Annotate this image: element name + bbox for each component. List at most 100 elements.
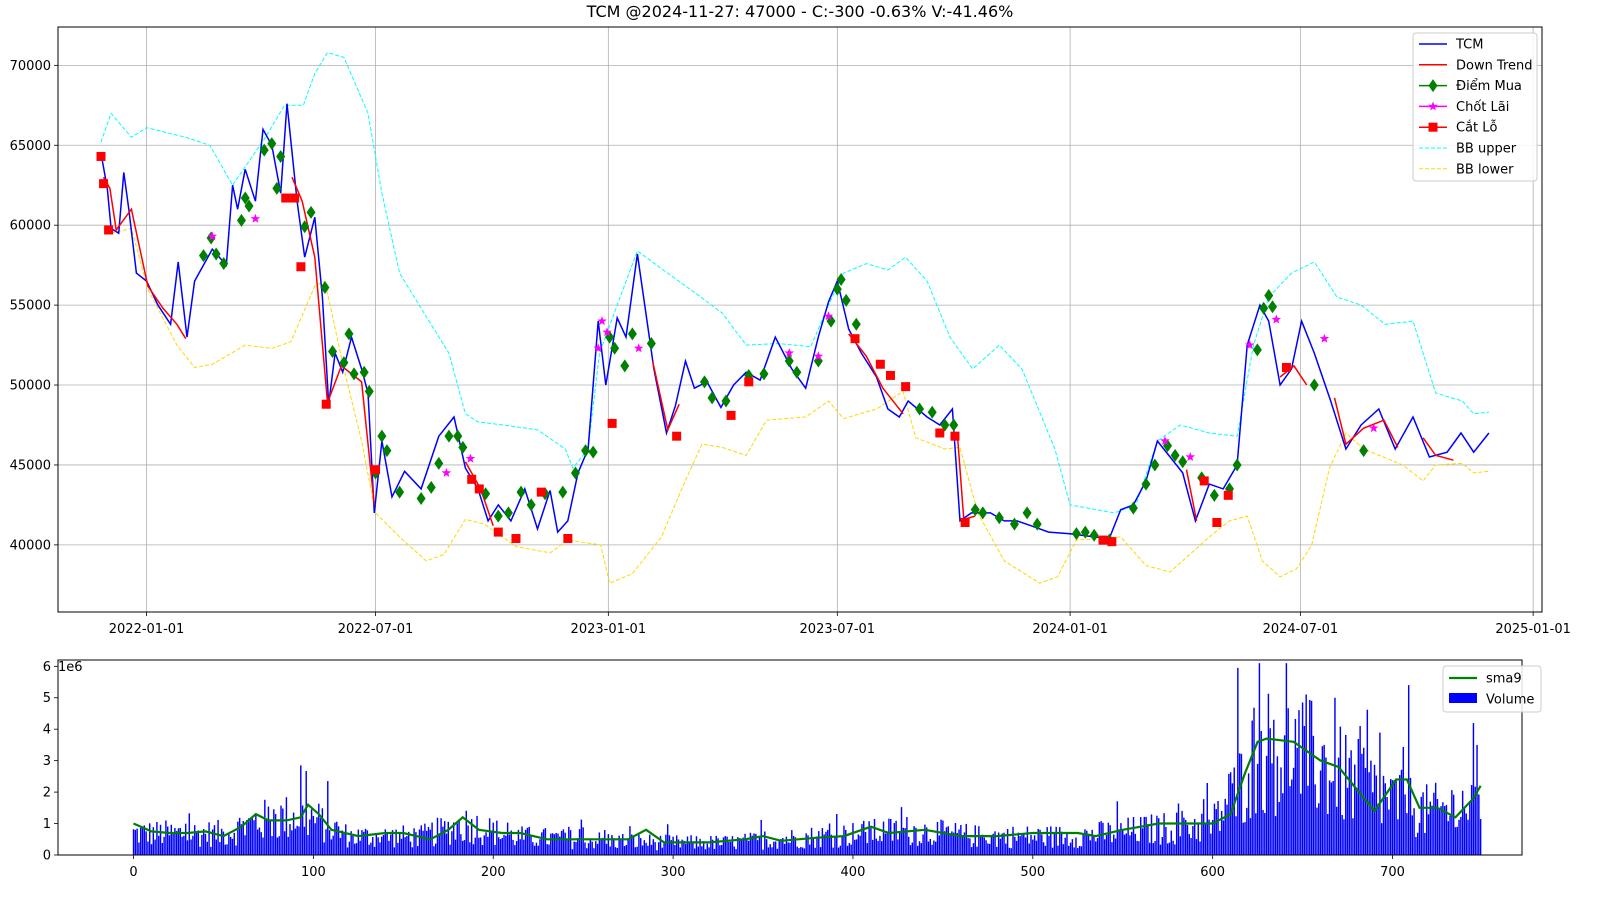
volume-bar [895,820,897,855]
volume-bar [609,846,611,855]
volume-bar [1274,816,1277,855]
volume-bar [568,826,570,855]
volume-bar [551,833,554,855]
volume-bar [665,834,667,855]
volume-bar [981,834,984,855]
volume-bar [1461,790,1464,855]
volume-bar [1116,801,1119,855]
volume-bar [1033,835,1036,855]
volume-bar [202,829,205,855]
stop-loss-marker [96,151,106,161]
volume-bar [976,846,978,855]
volume-bar [1111,842,1113,855]
volume-bar [319,818,322,855]
volume-bar [280,805,282,855]
volume-bar [897,839,899,855]
volume-bar [593,848,595,855]
volume-bar [1073,847,1075,855]
volume-bar [740,839,743,855]
volume-bar [1407,685,1410,855]
volume-bar [1123,834,1126,855]
volume-bar [1154,841,1156,855]
volume-bar [809,844,811,855]
volume-bar [816,836,818,855]
volume-bar [1334,697,1336,855]
buy-point-marker [416,492,426,506]
volume-bar [787,842,789,855]
volume-bar [233,832,235,855]
volume-bar [361,830,363,855]
buy-point-marker [516,485,526,499]
volume-y-tick-label: 6 [43,660,51,675]
volume-bar [1283,735,1286,855]
volume-bar [228,833,230,855]
volume-bar [634,847,637,855]
volume-bar [460,834,462,855]
volume-bar [159,824,162,855]
volume-bar [832,847,834,855]
volume-bar [573,841,575,855]
volume-bar [247,818,250,855]
volume-bar [1226,804,1228,855]
volume-bar [1300,793,1302,855]
volume-bar [1467,819,1469,855]
volume-bar [641,845,644,855]
volume-bar [1023,834,1025,855]
volume-bar [996,846,998,855]
volume-bar [1125,833,1128,855]
legend-swatch-stop-loss [1428,122,1438,132]
volume-bar [1042,842,1045,855]
volume-bar [461,840,464,855]
volume-bar [569,830,572,855]
buy-point-marker [1009,517,1019,531]
volume-bar [1093,835,1095,855]
volume-bar [154,839,156,855]
volume-bar [1145,816,1147,855]
volume-bar [1032,839,1034,855]
volume-bar [427,826,430,855]
volume-bar [814,847,816,855]
volume-bar [372,837,374,855]
volume-bar [1312,735,1315,855]
volume-bar [1087,833,1090,855]
volume-bar [1075,837,1077,855]
volume-bar [1172,840,1174,855]
volume-bar [1199,841,1201,855]
volume-bar [204,833,207,855]
volume-bar [481,845,484,855]
volume-bar [386,833,388,855]
volume-bar [672,836,674,855]
volume-bar [150,844,153,855]
volume-bar [492,822,494,855]
volume-bar [422,830,424,855]
volume-bar [1048,835,1050,855]
volume-bar [1109,825,1111,855]
volume-bar [890,818,892,855]
volume-bar [1381,823,1383,855]
volume-bar [440,818,442,855]
stop-loss-marker [875,359,885,369]
volume-bar [1398,775,1401,855]
volume-bar [688,842,690,855]
volume-bar [855,839,858,855]
volume-bar [1201,813,1203,855]
stop-loss-marker [511,533,521,543]
volume-bar [140,827,142,855]
volume-bar [1028,843,1030,855]
volume-bar [882,821,885,855]
price-y-tick-label: 45000 [10,458,51,473]
price-axes-frame [57,26,1543,613]
volume-bar [318,803,320,855]
volume-bar [136,828,138,855]
volume-bar [1278,801,1280,855]
take-profit-marker [1271,314,1282,324]
volume-bar [224,844,226,855]
volume-bar [1363,747,1365,855]
volume-bar [1008,847,1011,855]
price-x-tick-label: 2022-01-01 [109,622,185,637]
volume-bar [638,834,640,855]
volume-bar [800,847,802,855]
volume-bar [893,823,896,855]
volume-bar [771,847,773,855]
volume-panel: 0 1 2 3 4 5 6 0 100 200 300 400 500 600 700 sma9 Volume [43,659,1542,880]
